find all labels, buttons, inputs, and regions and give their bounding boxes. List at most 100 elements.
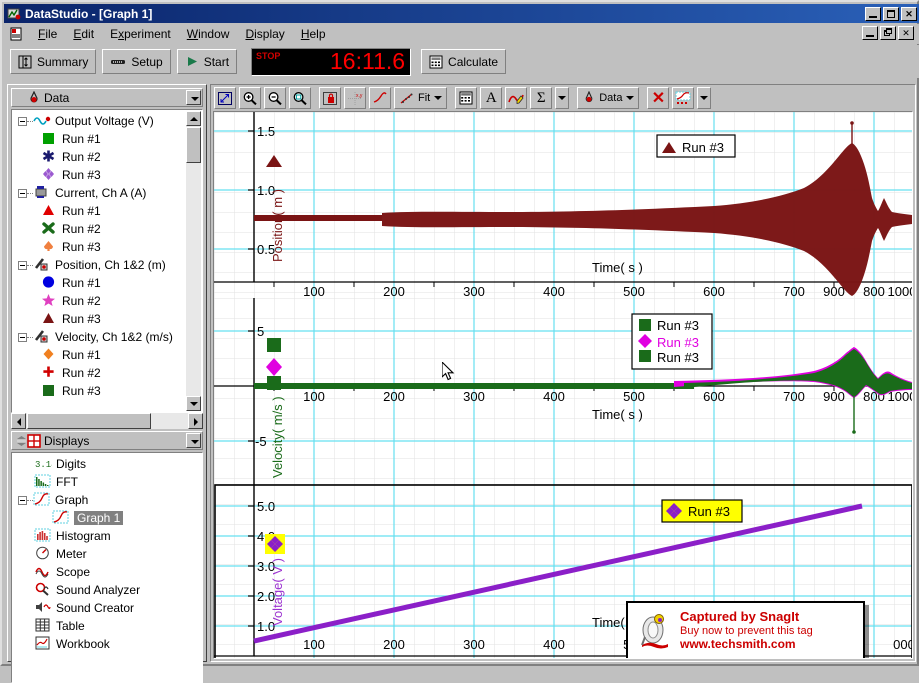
scale-lock-icon[interactable] [319, 87, 341, 109]
svg-text:5.0: 5.0 [257, 499, 275, 514]
tree-group-position[interactable]: Position, Ch 1&2 (m) [12, 256, 187, 274]
expander-icon[interactable] [18, 260, 27, 270]
scroll-thumb[interactable] [27, 413, 151, 429]
note-icon[interactable]: A [480, 87, 503, 109]
tree-group-velocity[interactable]: Velocity, Ch 1&2 (m/s) [12, 328, 187, 346]
menu-experiment[interactable]: Experiment [102, 25, 179, 43]
expander-icon[interactable] [18, 116, 27, 126]
display-item-histogram[interactable]: Histogram [12, 527, 202, 545]
panel-velocity[interactable]: 5 -5 100 200 300 400 500 600 700 800 Tim… [214, 298, 913, 484]
data-tree-hscrollbar[interactable] [11, 413, 203, 429]
data-drop-icon [26, 90, 42, 105]
statistics-dropdown[interactable] [555, 87, 570, 109]
scope-icon [34, 564, 52, 580]
tree-item-run1[interactable]: Run #1 [12, 130, 187, 148]
remove-button[interactable]: ✕ [647, 87, 670, 109]
svg-text:5: 5 [257, 324, 264, 339]
fit-button[interactable]: Fit [394, 87, 448, 109]
tree-item-run1[interactable]: Run #1 [12, 274, 187, 292]
tree-item-run3[interactable]: Run #3 [12, 166, 187, 184]
displays-panel-header[interactable]: Displays [11, 431, 203, 450]
legend-label: Run #3 [657, 350, 699, 365]
zoom-out-icon[interactable] [264, 87, 286, 109]
tree-label: Run #3 [62, 240, 101, 254]
smart-tool-icon[interactable]: x,y [344, 87, 366, 109]
add-graph-dropdown[interactable] [697, 87, 712, 109]
graph-icon [52, 510, 70, 526]
tree-item-run3[interactable]: Run #3 [12, 382, 187, 400]
scroll-left-button[interactable] [11, 413, 26, 429]
marker-square-icon [40, 383, 58, 399]
panel-velocity-xtick-last: 1000 [888, 389, 913, 404]
maximize-button[interactable] [883, 6, 899, 21]
expander-icon[interactable] [18, 188, 27, 198]
data-panel-dropdown[interactable] [186, 90, 201, 105]
menu-display[interactable]: Display [237, 25, 292, 43]
panel-velocity-legend[interactable]: Run #3 Run #3 Run #3 [631, 313, 713, 370]
expander-icon[interactable] [18, 332, 27, 342]
tree-group-current[interactable]: Current, Ch A (A) [12, 184, 187, 202]
zoom-select-icon[interactable] [289, 87, 311, 109]
scroll-down-button[interactable] [186, 396, 201, 411]
display-item-sound-creator[interactable]: Sound Creator [12, 599, 202, 617]
graph-canvas[interactable]: 1.5 1.0 0.5 100 200 300 400 500 600 700 800 [213, 111, 913, 659]
menu-file[interactable]: File [30, 25, 65, 43]
scroll-thumb[interactable] [186, 127, 201, 163]
slope-tool-icon[interactable] [369, 87, 391, 109]
svg-text:-5: -5 [255, 434, 267, 449]
tree-item-run1[interactable]: Run #1 [12, 346, 187, 364]
menu-window[interactable]: Window [179, 25, 238, 43]
summary-button[interactable]: Summary [10, 49, 97, 74]
panel-voltage-legend[interactable]: Run #3 [661, 499, 743, 523]
chevron-down-icon[interactable] [626, 96, 635, 100]
tree-item-run1[interactable]: Run #1 [12, 202, 187, 220]
data-panel-header[interactable]: Data [11, 88, 203, 107]
display-item-fft[interactable]: FFT [12, 473, 202, 491]
tree-group-output-voltage[interactable]: Output Voltage (V) [12, 112, 187, 130]
menu-edit[interactable]: Edit [65, 25, 102, 43]
display-item-workbook[interactable]: Workbook [12, 635, 202, 653]
chevron-down-icon[interactable] [434, 96, 443, 100]
highlight-icon[interactable] [505, 87, 528, 109]
add-graph-icon[interactable] [672, 87, 695, 109]
tree-item-run2[interactable]: Run #2 [12, 292, 187, 310]
snagit-line2: Buy now to prevent this tag [680, 625, 813, 638]
data-tree-vscrollbar[interactable] [186, 111, 201, 411]
tree-item-run3[interactable]: Run #3 [12, 238, 187, 256]
displays-panel-dropdown[interactable] [186, 433, 201, 448]
tree-item-run2[interactable]: Run #2 [12, 148, 187, 166]
document-icon[interactable] [8, 26, 24, 42]
mdi-minimize-button[interactable] [862, 26, 878, 40]
calculator-icon[interactable] [455, 87, 478, 109]
tree-item-run2[interactable]: Run #2 [12, 220, 187, 238]
tree-item-run2[interactable]: Run #2 [12, 364, 187, 382]
window-controls: ✕ [865, 6, 917, 21]
display-item-meter[interactable]: Meter [12, 545, 202, 563]
expander-icon[interactable] [18, 495, 27, 505]
setup-button[interactable]: Setup [102, 49, 171, 74]
calculate-button[interactable]: Calculate [421, 49, 507, 74]
minimize-button[interactable] [865, 6, 881, 21]
panel-position-legend[interactable]: Run #3 [656, 134, 736, 158]
menu-help[interactable]: Help [293, 25, 334, 43]
display-item-digits[interactable]: 3.14 Digits [12, 455, 202, 473]
zoom-in-icon[interactable] [239, 87, 261, 109]
display-item-table[interactable]: Table [12, 617, 202, 635]
statistics-icon[interactable]: Σ [530, 87, 553, 109]
scroll-right-button[interactable] [188, 413, 203, 429]
tree-item-run3[interactable]: Run #3 [12, 310, 187, 328]
mdi-close-button[interactable]: ✕ [898, 26, 914, 40]
display-group-graph[interactable]: Graph [12, 491, 202, 509]
legend-label: Run #3 [657, 335, 699, 350]
scroll-up-button[interactable] [186, 111, 201, 126]
start-button[interactable]: Start [176, 49, 238, 74]
display-item-graph-1[interactable]: Graph 1 [12, 509, 202, 527]
data-menu-button[interactable]: Data [577, 87, 640, 109]
graph-icon [33, 492, 51, 508]
mdi-restore-button[interactable] [880, 26, 896, 40]
scale-to-fit-icon[interactable] [214, 87, 236, 109]
display-item-sound-analyzer[interactable]: Sound Analyzer [12, 581, 202, 599]
close-button[interactable]: ✕ [901, 6, 917, 21]
display-item-scope[interactable]: Scope [12, 563, 202, 581]
panel-position[interactable]: 1.5 1.0 0.5 100 200 300 400 500 600 700 800 [214, 112, 913, 299]
